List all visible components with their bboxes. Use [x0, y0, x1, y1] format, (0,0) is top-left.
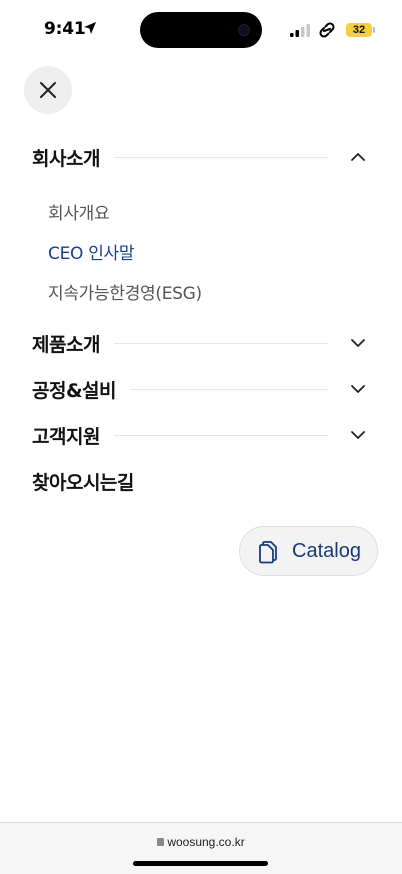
menu-section-company[interactable]: 회사소개: [32, 142, 370, 172]
submenu-item-esg[interactable]: 지속가능한경영(ESG): [48, 279, 202, 304]
home-indicator[interactable]: [133, 861, 268, 866]
menu-section-directions[interactable]: 찾아오시는길: [32, 466, 370, 496]
cellular-signal-icon: [290, 24, 310, 37]
battery-cap: [373, 27, 375, 33]
menu-section-products[interactable]: 제품소개: [32, 328, 370, 358]
dynamic-island: [140, 12, 262, 48]
browser-bottom-bar: woosung.co.kr: [0, 822, 402, 874]
submenu-item-overview[interactable]: 회사개요: [48, 199, 110, 224]
camera-dot: [238, 24, 250, 36]
catalog-button[interactable]: Catalog: [239, 526, 378, 576]
divider-line: [130, 388, 328, 390]
menu-section-label: 고객지원: [32, 425, 100, 448]
submenu-item-ceo-greeting[interactable]: CEO 인사말: [48, 239, 135, 264]
divider-line: [113, 342, 328, 344]
battery-icon: 32: [346, 23, 372, 37]
menu-section-label: 회사소개: [32, 147, 100, 170]
address-bar[interactable]: woosung.co.kr: [0, 835, 402, 849]
document-copy-icon: [259, 541, 277, 564]
chevron-up-icon[interactable]: [350, 149, 366, 165]
menu-section-label: 제품소개: [32, 333, 100, 356]
menu-section-label: 공정&설비: [32, 379, 117, 402]
chevron-down-icon[interactable]: [350, 335, 366, 351]
lock-icon: [157, 838, 165, 846]
status-bar: 9:41 32: [0, 0, 402, 60]
url-text: woosung.co.kr: [167, 835, 245, 849]
location-arrow-icon: [84, 22, 96, 34]
menu-section-process-facilities[interactable]: 공정&설비: [32, 374, 370, 404]
menu-section-customer-support[interactable]: 고객지원: [32, 420, 370, 450]
link-icon: [319, 22, 335, 38]
catalog-label: Catalog: [292, 540, 361, 562]
close-menu-button[interactable]: [24, 66, 72, 114]
status-time: 9:41: [44, 19, 86, 39]
divider-line: [113, 156, 328, 158]
chevron-down-icon[interactable]: [350, 427, 366, 443]
divider-line: [113, 434, 328, 436]
menu-section-label: 찾아오시는길: [32, 471, 134, 494]
chevron-down-icon[interactable]: [350, 381, 366, 397]
close-icon: [40, 82, 56, 98]
